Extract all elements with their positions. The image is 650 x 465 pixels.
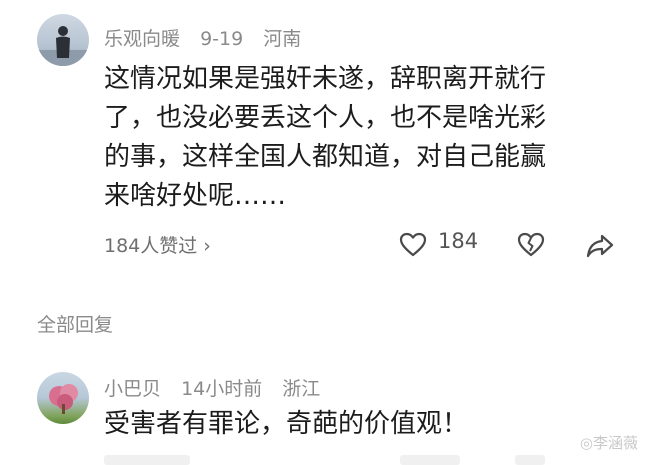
comment-line: 受害者有罪论，奇葩的价值观！	[104, 409, 469, 439]
person-silhouette-icon	[37, 26, 89, 66]
comment-line: 这情况如果是强奸未遂，辞职离开就行	[104, 64, 547, 94]
all-replies-label: 全部回复	[37, 314, 114, 336]
heart-icon[interactable]	[399, 232, 427, 262]
comment-meta: 小巴贝 14小时前 浙江	[104, 374, 334, 401]
comment-location: 浙江	[282, 378, 321, 400]
avatar[interactable]	[37, 14, 89, 66]
comment-meta: 乐观向暖 9-19 河南	[104, 24, 315, 51]
liked-by-link[interactable]: 184人赞过 ›	[104, 231, 211, 258]
like-count: 184	[438, 229, 479, 253]
username[interactable]: 小巴贝	[104, 378, 161, 400]
username[interactable]: 乐观向暖	[104, 28, 180, 50]
share-icon[interactable]	[586, 233, 614, 263]
broken-heart-icon[interactable]	[515, 455, 545, 465]
comment-line: 的事，这样全国人都知道，对自己能赢	[104, 142, 547, 172]
comment-text: 这情况如果是强奸未遂，辞职离开就行 了，也没必要丢这个人，也不是啥光彩 的事，这…	[104, 60, 546, 216]
comment-location: 河南	[263, 28, 302, 50]
watermark: ◎李涵薇	[579, 434, 638, 452]
comment-text: 受害者有罪论，奇葩的价值观！	[104, 405, 468, 444]
flower-tree-icon	[49, 384, 78, 414]
comment-date: 14小时前	[181, 378, 263, 400]
liked-by-link[interactable]	[104, 455, 190, 465]
comment-line: 了，也没必要丢这个人，也不是啥光彩	[104, 103, 547, 133]
comment-line: 来啥好处呢……	[104, 181, 287, 211]
comment-date: 9-19	[200, 28, 244, 50]
broken-heart-icon[interactable]	[517, 232, 545, 262]
avatar[interactable]	[37, 372, 89, 424]
like-count[interactable]	[400, 455, 460, 465]
